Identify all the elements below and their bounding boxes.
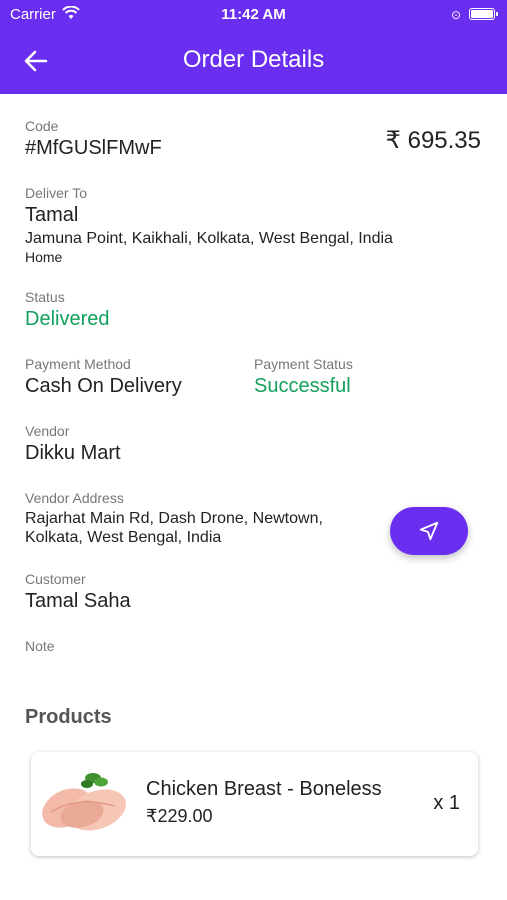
vendor-address-line1: Rajarhat Main Rd, Dash Drone, Newtown, xyxy=(25,510,323,527)
app-bar: Carrier 11:42 AM ⊙ Order Details xyxy=(0,0,507,94)
product-name: Chicken Breast - Boneless xyxy=(146,778,382,800)
payment-method: Cash On Delivery xyxy=(25,375,182,397)
vendor-label: Vendor xyxy=(25,423,70,439)
product-quantity: x 1 xyxy=(433,792,460,814)
battery-icon xyxy=(469,8,498,20)
customer-label: Customer xyxy=(25,571,86,587)
navigate-button[interactable] xyxy=(390,507,468,555)
code-label: Code xyxy=(25,118,59,134)
note-label: Note xyxy=(25,638,55,654)
deliver-type: Home xyxy=(25,249,63,265)
payment-status: Successful xyxy=(254,375,351,397)
navigation-icon xyxy=(419,521,439,541)
products-title: Products xyxy=(25,706,112,728)
deliver-address: Jamuna Point, Kaikhali, Kolkata, West Be… xyxy=(25,230,393,247)
page-title: Order Details xyxy=(182,46,325,73)
customer-name: Tamal Saha xyxy=(25,590,131,612)
deliver-to-label: Deliver To xyxy=(25,185,87,201)
payment-status-label: Payment Status xyxy=(254,356,353,372)
vendor-name: Dikku Mart xyxy=(25,442,121,464)
vendor-address-label: Vendor Address xyxy=(25,490,124,506)
chicken-breast-image xyxy=(42,773,126,831)
status-label: Status xyxy=(25,289,65,305)
order-amount: ₹ 695.35 xyxy=(385,127,481,154)
payment-method-label: Payment Method xyxy=(25,356,131,372)
orientation-lock-icon: ⊙ xyxy=(450,8,461,22)
order-code: #MfGUSlFMwF xyxy=(25,137,162,159)
product-card[interactable]: Chicken Breast - Boneless ₹229.00 x 1 xyxy=(31,752,478,856)
product-price: ₹229.00 xyxy=(146,806,213,826)
order-status: Delivered xyxy=(25,308,110,330)
vendor-address-line2: Kolkata, West Bengal, India xyxy=(25,529,222,546)
status-bar: Carrier 11:42 AM ⊙ xyxy=(0,0,507,30)
clock: 11:42 AM xyxy=(221,6,286,23)
deliver-name: Tamal xyxy=(25,204,79,226)
